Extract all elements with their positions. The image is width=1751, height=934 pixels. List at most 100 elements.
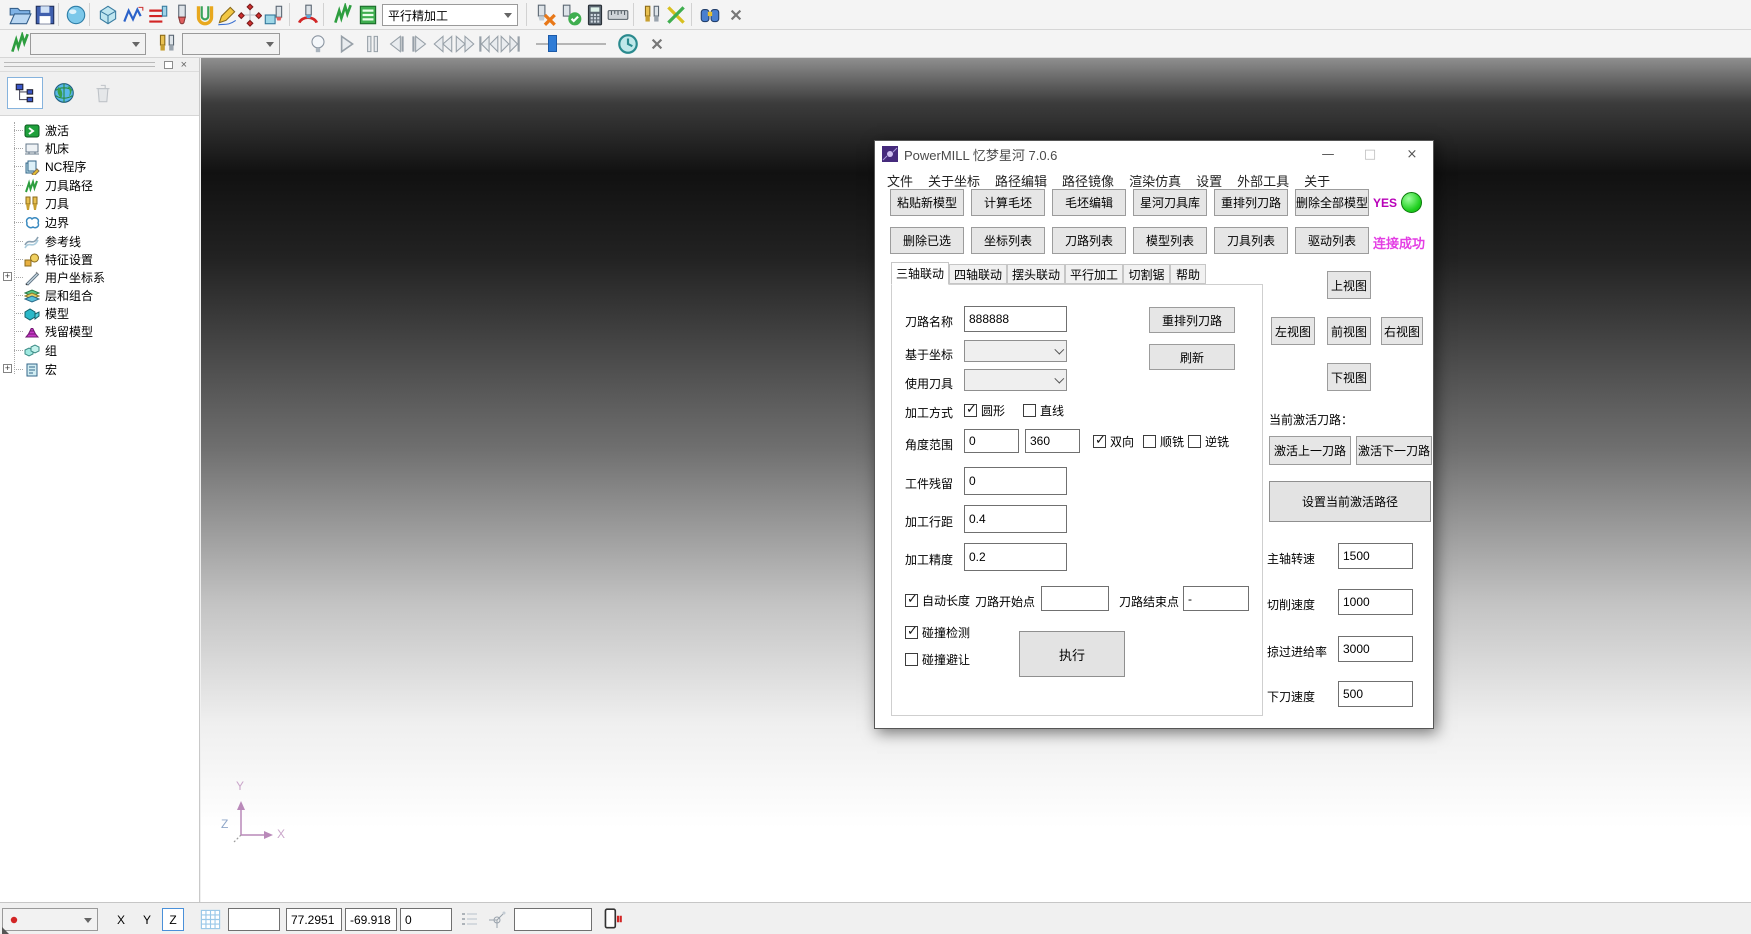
save-icon[interactable] <box>33 3 57 27</box>
base-coord-dropdown[interactable] <box>964 340 1067 362</box>
pencil-curve-icon[interactable] <box>215 3 239 27</box>
drive-list-button[interactable]: 驱动列表 <box>1295 227 1369 254</box>
grid-size-input[interactable] <box>228 908 280 931</box>
collision-avoid-checkbox[interactable]: 碰撞避让 <box>905 651 970 668</box>
ruler-icon[interactable] <box>606 3 630 27</box>
rearrange-toolpath-button[interactable]: 重排列刀路 <box>1214 189 1288 216</box>
tree-item-activate[interactable]: 激活 <box>24 122 69 139</box>
slider-handle[interactable] <box>548 35 557 52</box>
sim-toolpath-dropdown[interactable] <box>30 33 146 55</box>
tree-item-nc-program[interactable]: NC程序 <box>24 158 86 175</box>
tolerance-input[interactable] <box>964 543 1067 571</box>
tool-ball-icon[interactable] <box>170 3 194 27</box>
bottom-view-button[interactable]: 下视图 <box>1327 363 1371 391</box>
plunge-speed-input[interactable] <box>1338 681 1413 707</box>
tree-item-stock-model[interactable]: 残留模型 <box>24 323 93 340</box>
sim-speed-slider[interactable] <box>536 41 606 47</box>
step-forward-icon[interactable] <box>408 32 432 56</box>
close-button[interactable]: × <box>1391 141 1433 167</box>
toolpath-list-button[interactable]: 刀路列表 <box>1052 227 1126 254</box>
tool-list-button[interactable]: 刀具列表 <box>1214 227 1288 254</box>
clock-icon[interactable] <box>616 32 640 56</box>
menu-about[interactable]: 关于 <box>1304 171 1330 190</box>
status-extra-input[interactable] <box>514 908 592 931</box>
tool-pair-icon[interactable] <box>155 32 179 56</box>
diamonds-icon[interactable] <box>238 3 262 27</box>
linear-checkbox[interactable]: 直线 <box>1023 402 1064 419</box>
stepover-input[interactable] <box>964 505 1067 533</box>
tree-item-workplane[interactable]: 用户坐标系 <box>24 269 105 286</box>
tree-item-levels[interactable]: 层和组合 <box>24 287 93 304</box>
tool-check-icon[interactable] <box>559 3 583 27</box>
fast-forward-icon[interactable] <box>453 32 477 56</box>
maximize-button[interactable]: □ <box>1349 141 1391 167</box>
coord-z-input[interactable] <box>400 908 452 931</box>
tree-item-boundary[interactable]: 边界 <box>24 214 69 231</box>
start-point-input[interactable] <box>1041 586 1109 611</box>
pause-icon[interactable] <box>360 32 384 56</box>
menu-settings[interactable]: 设置 <box>1196 171 1222 190</box>
tree-item-pattern[interactable]: 参考线 <box>24 233 81 250</box>
tool-library-button[interactable]: 星河刀具库 <box>1133 189 1207 216</box>
activate-next-toolpath-button[interactable]: 激活下一刀路 <box>1356 436 1432 465</box>
end-point-input[interactable] <box>1183 586 1249 611</box>
toolpath-spring-icon[interactable] <box>331 3 355 27</box>
menu-render-sim[interactable]: 渲染仿真 <box>1129 171 1181 190</box>
block-icon[interactable] <box>96 3 120 27</box>
coord-y-input[interactable] <box>345 908 397 931</box>
menu-path-mirror[interactable]: 路径镜像 <box>1062 171 1114 190</box>
tool-delete-icon[interactable] <box>534 3 558 27</box>
calc-stock-button[interactable]: 计算毛坯 <box>971 189 1045 216</box>
bidirectional-checkbox[interactable]: 双向 <box>1093 433 1134 450</box>
cross-arrows-icon[interactable] <box>664 3 688 27</box>
menu-external-tools[interactable]: 外部工具 <box>1237 171 1289 190</box>
circular-checkbox[interactable]: 圆形 <box>964 402 1005 419</box>
tool-pair-icon[interactable] <box>640 3 664 27</box>
tab-3axis[interactable]: 三轴联动 <box>891 262 949 285</box>
u-channel-icon[interactable] <box>193 3 217 27</box>
angle-from-input[interactable] <box>964 429 1019 453</box>
climb-mill-checkbox[interactable]: 顺铣 <box>1143 433 1184 450</box>
axis-x-button[interactable]: X <box>110 908 132 931</box>
cutting-speed-input[interactable] <box>1338 589 1413 615</box>
menu-path-edit[interactable]: 路径编辑 <box>995 171 1047 190</box>
lightbulb-icon[interactable] <box>306 32 330 56</box>
delete-all-models-button[interactable]: 删除全部模型 <box>1295 189 1369 216</box>
tree-item-toolpath[interactable]: 刀具路径 <box>24 177 93 194</box>
float-pane-icon[interactable] <box>164 61 173 69</box>
minimize-button[interactable]: — <box>1307 141 1349 167</box>
phone-pause-icon[interactable] <box>600 907 624 931</box>
front-view-button[interactable]: 前视图 <box>1327 317 1371 345</box>
tree-item-group[interactable]: 组 <box>24 342 57 359</box>
expand-icon[interactable] <box>3 272 12 281</box>
use-tool-dropdown[interactable] <box>964 369 1067 391</box>
axis-y-button[interactable]: Y <box>136 908 158 931</box>
step-back-icon[interactable] <box>384 32 408 56</box>
skip-start-icon[interactable] <box>476 32 500 56</box>
toolpath-zigzag-icon[interactable] <box>121 3 145 27</box>
activate-prev-toolpath-button[interactable]: 激活上一刀路 <box>1269 436 1351 465</box>
trash-button[interactable] <box>85 77 121 109</box>
toolpath-name-input[interactable] <box>964 306 1067 332</box>
close-pane-icon[interactable]: × <box>181 58 187 72</box>
sim-tool-dropdown[interactable] <box>182 33 280 55</box>
tool-arc-icon[interactable] <box>296 3 320 27</box>
tab-parallel[interactable]: 平行加工 <box>1065 264 1123 284</box>
coord-list-button[interactable]: 坐标列表 <box>971 227 1045 254</box>
conventional-mill-checkbox[interactable]: 逆铣 <box>1188 433 1229 450</box>
status-tool-dropdown[interactable] <box>2 908 98 931</box>
resize-grip[interactable] <box>2 927 9 934</box>
rearrange-button[interactable]: 重排列刀路 <box>1149 307 1235 333</box>
tree-item-machine[interactable]: 机床 <box>24 140 69 157</box>
coord-x-input[interactable] <box>286 908 342 931</box>
calculator-icon[interactable] <box>583 3 607 27</box>
machining-type-dropdown[interactable]: 平行精加工 <box>382 4 518 26</box>
tree-item-feature-set[interactable]: 特征设置 <box>24 251 93 268</box>
collision-check-checkbox[interactable]: 碰撞检测 <box>905 624 970 641</box>
axis-compass-icon[interactable] <box>486 908 508 930</box>
set-active-path-button[interactable]: 设置当前激活路径 <box>1269 481 1431 522</box>
auto-length-checkbox[interactable]: 自动长度 <box>905 592 970 609</box>
model-list-button[interactable]: 模型列表 <box>1133 227 1207 254</box>
rewind-icon[interactable] <box>431 32 455 56</box>
stock-edit-button[interactable]: 毛坯编辑 <box>1052 189 1126 216</box>
